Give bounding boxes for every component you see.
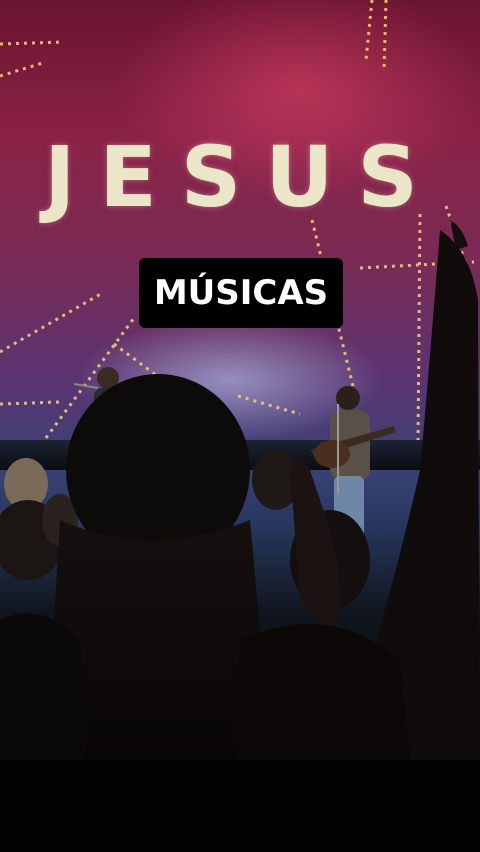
caption-box: MÚSICAS: [139, 258, 343, 328]
concert-scene: JESUS MÚSICAS: [0, 0, 480, 852]
crowd-silhouettes: [0, 220, 480, 852]
caption-text: MÚSICAS: [153, 273, 329, 313]
